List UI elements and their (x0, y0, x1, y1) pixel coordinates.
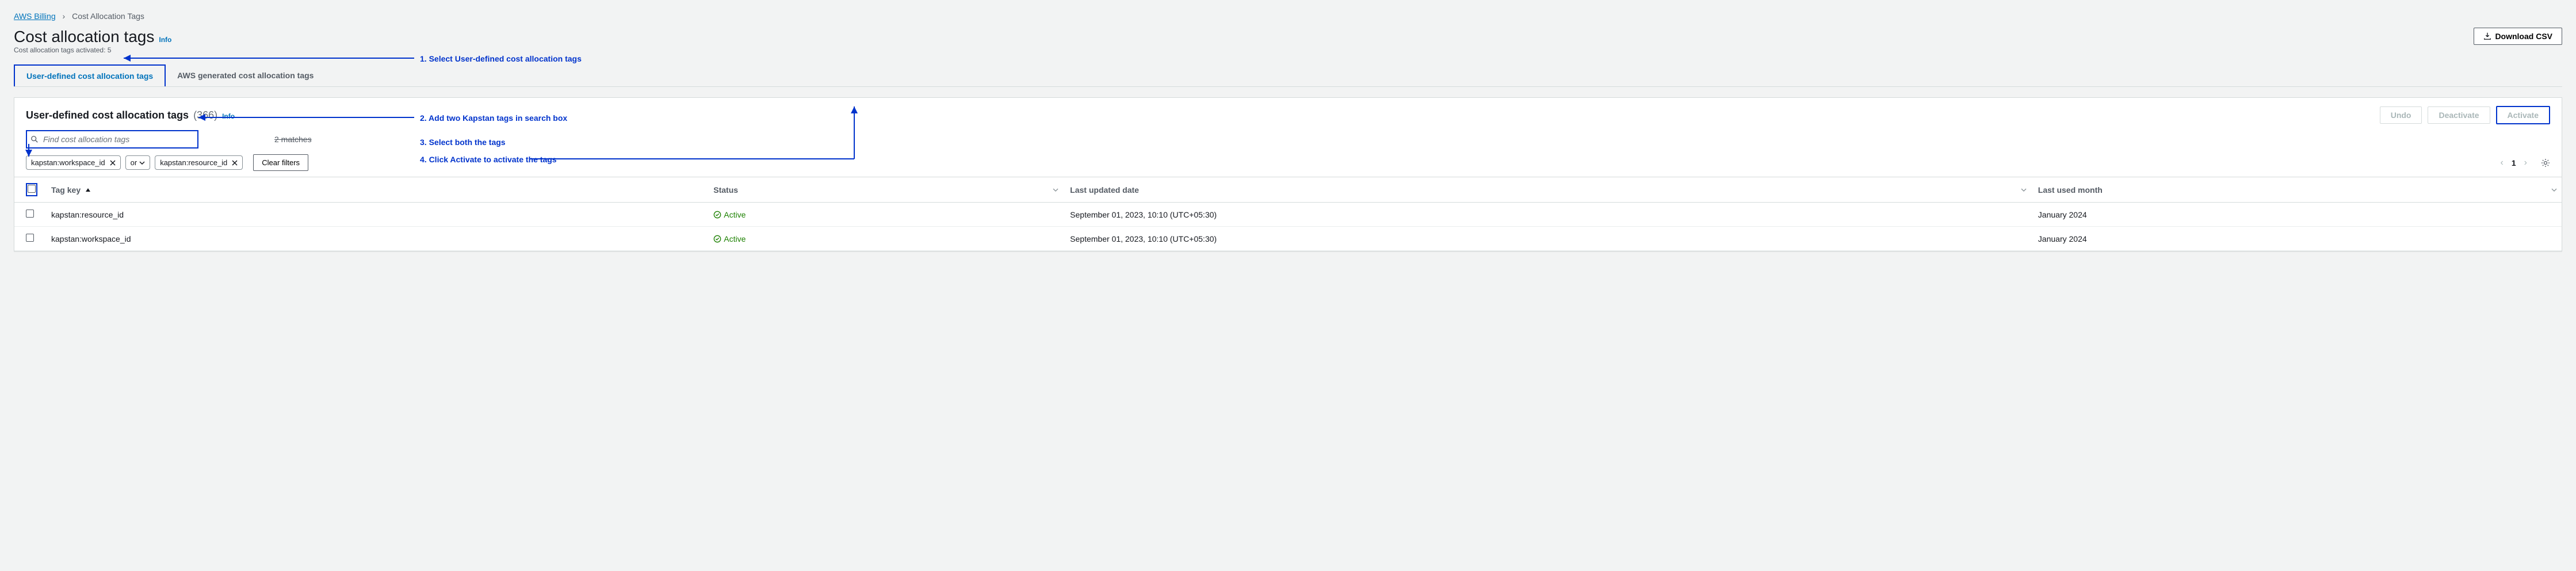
filter-chip-resource[interactable]: kapstan:resource_id (155, 155, 243, 170)
select-all-header (14, 177, 44, 203)
breadcrumb-root-link[interactable]: AWS Billing (14, 12, 56, 21)
page-title: Cost allocation tags Info (14, 28, 171, 46)
breadcrumb: AWS Billing › Cost Allocation Tags (14, 12, 2562, 21)
search-input[interactable] (27, 131, 197, 147)
cell-tag-key: kapstan:resource_id (44, 203, 706, 227)
chip-label: kapstan:resource_id (160, 158, 227, 167)
breadcrumb-current: Cost Allocation Tags (72, 12, 144, 21)
filter-chip-workspace[interactable]: kapstan:workspace_id (26, 155, 121, 170)
content-panel: User-defined cost allocation tags (366) … (14, 97, 2562, 252)
col-status-label: Status (713, 185, 738, 195)
status-text: Active (724, 210, 746, 219)
page-title-text: Cost allocation tags (14, 28, 154, 46)
check-circle-icon (713, 211, 721, 219)
filter-icon[interactable] (2551, 185, 2557, 195)
status-text: Active (724, 234, 746, 243)
col-last-used-label: Last used month (2038, 185, 2103, 195)
info-link[interactable]: Info (159, 36, 171, 44)
col-last-updated-label: Last updated date (1070, 185, 1139, 195)
cell-last-updated: September 01, 2023, 10:10 (UTC+05:30) (1063, 227, 2031, 251)
cell-status: Active (706, 227, 1063, 251)
check-circle-icon (713, 235, 721, 243)
download-icon (2483, 32, 2491, 40)
search-wrapper (26, 130, 198, 149)
pagination-prev[interactable]: ‹ (2498, 157, 2506, 169)
clear-filters-button[interactable]: Clear filters (253, 154, 308, 171)
col-tag-key-label: Tag key (51, 185, 81, 195)
filter-icon[interactable] (2021, 185, 2027, 195)
col-last-used[interactable]: Last used month (2031, 177, 2562, 203)
tags-table: Tag key Status Last updated date Last us… (14, 177, 2562, 251)
panel-count: (366) (193, 109, 217, 121)
row-checkbox[interactable] (26, 210, 34, 218)
chip-label: kapstan:workspace_id (31, 158, 105, 167)
table-row: kapstan:workspace_id Active September 01… (14, 227, 2562, 251)
search-icon (30, 135, 39, 143)
cell-last-updated: September 01, 2023, 10:10 (UTC+05:30) (1063, 203, 2031, 227)
tabs-bar: User-defined cost allocation tags AWS ge… (14, 64, 2562, 87)
or-label: or (131, 158, 137, 167)
filter-icon[interactable] (1053, 185, 1058, 195)
col-status[interactable]: Status (706, 177, 1063, 203)
gear-icon[interactable] (2541, 158, 2550, 168)
row-checkbox[interactable] (26, 234, 34, 242)
subtitle: Cost allocation tags activated: 5 (14, 46, 171, 54)
matches-count: 2 matches (274, 135, 312, 144)
pagination-next[interactable]: › (2522, 157, 2529, 169)
tab-aws-generated[interactable]: AWS generated cost allocation tags (166, 64, 325, 86)
col-last-updated[interactable]: Last updated date (1063, 177, 2031, 203)
chip-close-icon[interactable] (232, 160, 238, 166)
or-operator-chip[interactable]: or (125, 155, 151, 170)
undo-button[interactable]: Undo (2380, 106, 2422, 124)
deactivate-button[interactable]: Deactivate (2428, 106, 2490, 124)
tab-user-defined[interactable]: User-defined cost allocation tags (14, 64, 166, 86)
sort-asc-icon (85, 187, 91, 193)
cell-last-used: January 2024 (2031, 227, 2562, 251)
cell-last-used: January 2024 (2031, 203, 2562, 227)
activate-button[interactable]: Activate (2496, 106, 2550, 124)
pagination-page: 1 (2512, 158, 2516, 168)
download-csv-button[interactable]: Download CSV (2474, 28, 2562, 45)
breadcrumb-separator: › (63, 12, 66, 21)
table-row: kapstan:resource_id Active September 01,… (14, 203, 2562, 227)
pagination: ‹ 1 › (2498, 157, 2550, 169)
col-tag-key[interactable]: Tag key (44, 177, 706, 203)
chevron-down-icon (139, 160, 145, 166)
panel-info-link[interactable]: Info (222, 112, 235, 120)
panel-title-text: User-defined cost allocation tags (26, 109, 189, 121)
select-all-checkbox[interactable] (28, 185, 36, 193)
download-csv-label: Download CSV (2495, 32, 2552, 41)
cell-tag-key: kapstan:workspace_id (44, 227, 706, 251)
panel-title: User-defined cost allocation tags (366) … (26, 109, 235, 121)
cell-status: Active (706, 203, 1063, 227)
chip-close-icon[interactable] (110, 160, 116, 166)
